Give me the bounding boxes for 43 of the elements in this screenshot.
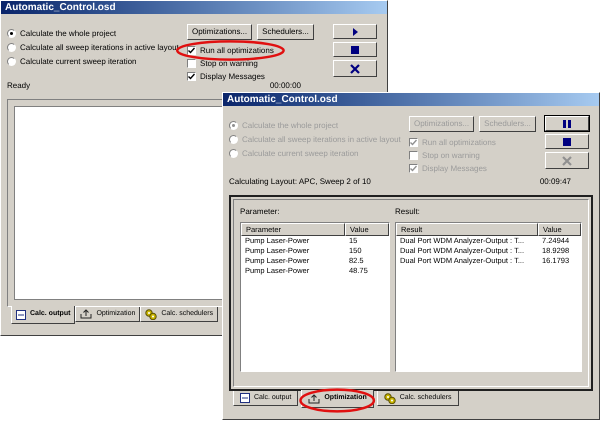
dialog-button[interactable]: Optimizations... (187, 24, 252, 40)
checkbox[interactable] (187, 72, 196, 81)
radio-button[interactable] (7, 43, 16, 52)
close-icon (562, 156, 572, 166)
tray-arrow-icon (308, 394, 320, 404)
tray-arrow-icon (80, 309, 92, 319)
pause-icon (562, 120, 572, 128)
status-text: Ready (7, 80, 30, 91)
radio-button[interactable] (7, 57, 16, 66)
gears-icon (145, 308, 158, 320)
radio-label: Calculate current sweep iteration (20, 56, 137, 67)
radio-label: Calculate the whole project (20, 28, 116, 39)
close-icon (350, 64, 360, 74)
radio-label: Calculate all sweep iterations in active layout (20, 42, 179, 53)
action-button[interactable] (333, 24, 377, 39)
action-button[interactable] (333, 60, 377, 77)
stop-icon (351, 46, 359, 54)
stop-icon (563, 138, 571, 146)
panel-label: Parameter: (240, 206, 281, 218)
radio-button[interactable] (7, 29, 16, 38)
checkbox-label: Run all optimizations (200, 45, 274, 56)
panel-label: Result: (395, 206, 421, 218)
radio-label: Calculate all sweep iterations in active layout (242, 134, 401, 145)
radio-label: Calculate current sweep iteration (242, 148, 359, 159)
elapsed-time: 00:00:00 (270, 80, 301, 91)
dialog-button[interactable]: Schedulers... (257, 24, 314, 40)
checkbox[interactable] (187, 46, 196, 55)
window-title: Automatic_Control.osd (227, 94, 338, 104)
checkbox-label: Display Messages (200, 71, 265, 82)
gears-icon (384, 392, 396, 404)
checkbox[interactable] (187, 59, 196, 68)
elapsed-time: 00:09:47 (540, 176, 571, 187)
window-icon (240, 393, 250, 403)
checkbox-label: Stop on warning (200, 58, 258, 69)
radio-label: Calculate the whole project (242, 120, 338, 131)
status-text: Calculating Layout: APC, Sweep 2 of 10 (229, 176, 371, 187)
window-title: Automatic_Control.osd (5, 2, 116, 12)
checkbox-label: Run all optimizations (422, 137, 496, 148)
action-button[interactable] (333, 42, 377, 57)
checkbox-label: Stop on warning (422, 150, 480, 161)
window-icon (16, 310, 26, 320)
play-icon (352, 28, 358, 36)
checkbox-label: Display Messages (422, 163, 487, 174)
